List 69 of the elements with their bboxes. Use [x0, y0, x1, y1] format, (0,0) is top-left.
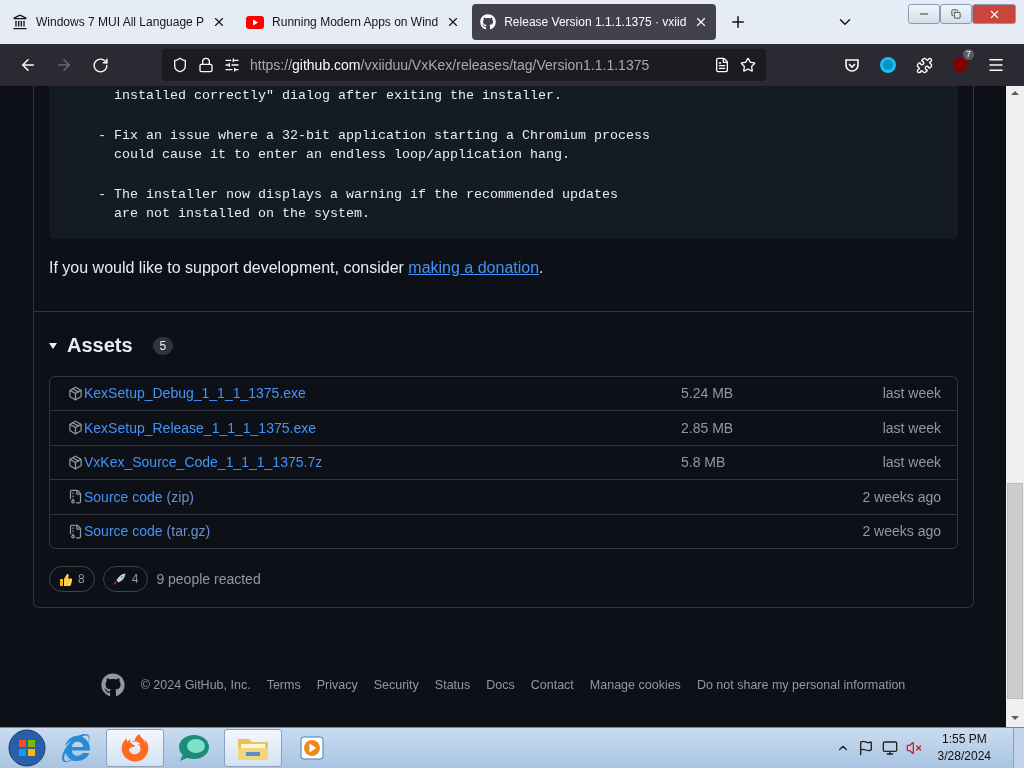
reaction-summary: 9 people reacted: [156, 571, 261, 587]
restore-button[interactable]: [940, 4, 972, 24]
asset-date: 2 weeks ago: [861, 488, 941, 505]
zip-file-icon: [68, 523, 83, 539]
github-logo-icon[interactable]: [100, 673, 125, 697]
footer-link[interactable]: Terms: [266, 678, 301, 692]
footer-link[interactable]: Manage cookies: [589, 678, 681, 692]
play-icon[interactable]: [300, 736, 324, 760]
package-icon: [68, 420, 83, 436]
columns-icon: [12, 14, 28, 30]
footer-link[interactable]: Security: [373, 678, 419, 692]
thumbs-up-icon: [59, 572, 72, 586]
copyright-text: © 2024 GitHub, Inc.: [140, 678, 251, 692]
scrollbar[interactable]: [1006, 86, 1024, 727]
chat-bubble-icon[interactable]: [177, 734, 211, 762]
scroll-thumb[interactable]: [1007, 483, 1023, 699]
package-icon: [68, 385, 83, 401]
browser-tab[interactable]: Running Modern Apps on Wind: [238, 4, 469, 40]
clock[interactable]: 1:55 PM 3/28/2024: [937, 731, 991, 765]
network-icon[interactable]: [881, 740, 898, 756]
file-size: 2.85 MB: [681, 419, 735, 436]
support-text: If you would like to support development, consider making a donation.: [49, 257, 545, 278]
count-badge: 5: [152, 336, 174, 355]
muted-speaker-icon[interactable]: [905, 740, 922, 756]
zip-file-icon: [68, 489, 83, 505]
start-orb-icon[interactable]: [8, 729, 46, 767]
note-text: installed correctly" dialog after exiting the installer.: [113, 87, 563, 105]
reader-view-icon[interactable]: [714, 57, 730, 73]
asset-link[interactable]: VxKex_Source_Code_1_1_1_1375.7z: [68, 454, 681, 471]
address-bar[interactable]: https://github.com/vxiiduu/VxKex/releases/tag/Version1.1.1.1375: [162, 49, 766, 81]
permissions-icon[interactable]: [224, 57, 240, 73]
donation-link[interactable]: making a donation: [408, 258, 540, 276]
asset-date: last week: [881, 419, 941, 436]
asset-link[interactable]: KexSetup_Release_1_1_1_1375.exe: [68, 419, 681, 436]
github-icon: [480, 14, 497, 30]
taskbar-button[interactable]: [106, 729, 164, 767]
footer-link[interactable]: Privacy: [316, 678, 358, 692]
asset-date: 2 weeks ago: [861, 523, 941, 540]
file-size: 5.8 MB: [681, 454, 727, 471]
star-icon[interactable]: [740, 57, 756, 73]
assets-heading: Assets: [67, 334, 133, 357]
package-icon: [68, 454, 83, 470]
flag-icon[interactable]: [857, 740, 874, 756]
rocket-icon: [112, 572, 126, 586]
play-icon: [246, 15, 265, 29]
browser-e-icon[interactable]: [62, 734, 90, 762]
minimize-button[interactable]: [908, 4, 940, 24]
asset-link[interactable]: Source code (zip): [68, 488, 681, 505]
asset-date: last week: [881, 385, 941, 402]
note-text: - Fix an issue where a 32-bit application starting a Chromium process could cause it to enter an endless loop/application hang.: [98, 126, 651, 164]
asset-link[interactable]: Source code (tar.gz): [68, 523, 681, 540]
lock-icon[interactable]: [198, 57, 214, 73]
file-size: 5.24 MB: [681, 385, 735, 402]
footer-link[interactable]: Docs: [486, 678, 515, 692]
taskbar-button[interactable]: [224, 729, 282, 767]
browser-tab[interactable]: Release Version 1.1.1.1375 · vxiid: [472, 4, 717, 40]
asset-link[interactable]: KexSetup_Debug_1_1_1_1375.exe: [68, 385, 681, 402]
asset-date: last week: [881, 454, 941, 471]
restore-icon: [951, 9, 961, 19]
note-text: - The installer now displays a warning if the recommended updates are not installed on the system.: [98, 185, 619, 223]
badge-count: 7: [963, 49, 974, 60]
footer-link[interactable]: Contact: [530, 678, 574, 692]
footer-link[interactable]: Do not share my personal information: [696, 678, 906, 692]
footer-link[interactable]: Status: [434, 678, 471, 692]
firefox-icon[interactable]: [121, 734, 149, 762]
url-text: https://github.com/vxiiduu/VxKex/releases/tag/Version1.1.1.1375: [250, 57, 651, 73]
shield-icon[interactable]: [172, 57, 188, 73]
browser-tab[interactable]: Windows 7 MUI All Language P: [4, 4, 235, 40]
close-button[interactable]: [972, 4, 1016, 24]
